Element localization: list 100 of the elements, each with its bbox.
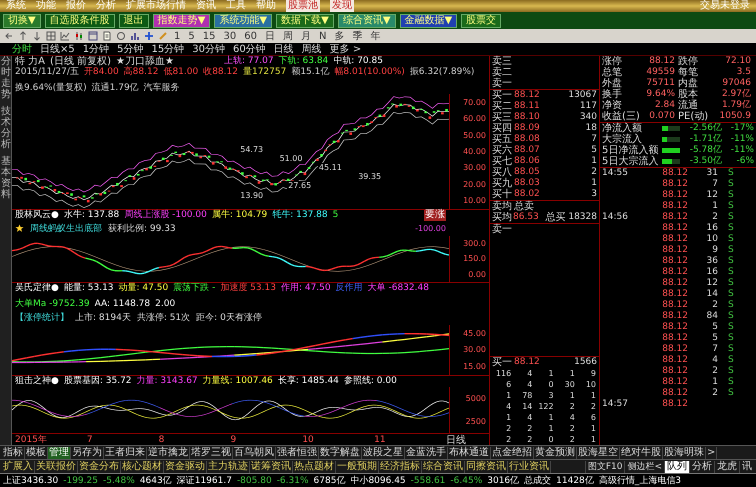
period-button[interactable]: 日	[262, 29, 277, 43]
menu-item[interactable]: 发现	[330, 0, 354, 12]
index-quote: 11428亿	[556, 475, 594, 487]
toolbar-button[interactable]: 数据下载▼	[276, 14, 334, 28]
period-tab[interactable]: 60分钟	[232, 42, 266, 56]
band-value: 下轨: 63.84	[278, 56, 328, 66]
indicator-value: 属牛: 104.79	[212, 210, 268, 221]
bid-volume: 3	[590, 189, 597, 200]
window-icon[interactable]	[88, 31, 98, 41]
bid-label: 买七	[492, 156, 513, 167]
axis-label: 0.00	[468, 270, 486, 279]
stat-label: 外盘	[602, 78, 623, 89]
period-button[interactable]: 60	[242, 30, 259, 42]
toolbar-button[interactable]: 自选股条件股	[44, 14, 115, 28]
period-tab[interactable]: 分时	[12, 42, 32, 56]
tick-volume: 36	[706, 256, 718, 266]
bid-label: 买三	[492, 112, 513, 123]
period-button[interactable]: 30	[221, 30, 238, 42]
toolbar-button[interactable]: 系统功能▼	[214, 14, 272, 28]
arrow-left-icon[interactable]	[4, 31, 14, 41]
document-icon[interactable]	[102, 31, 112, 41]
side-tab[interactable]: 分时走势	[1, 56, 11, 100]
indicator-value: AA: 1148.78	[94, 299, 150, 310]
bid-price: 88.11	[514, 101, 541, 112]
period-tab[interactable]: 1分钟	[82, 42, 110, 56]
indicator-tab[interactable]: 管理	[48, 446, 71, 458]
stat-value: 88.12	[648, 56, 676, 67]
toolbar-button[interactable]: 金融数据▼	[400, 14, 458, 28]
arrow-up-icon[interactable]	[18, 31, 28, 41]
period-button[interactable]: 年	[368, 29, 382, 43]
period-button[interactable]: 1	[172, 30, 182, 42]
period-tab[interactable]: 更多 >	[330, 42, 362, 56]
stat-value: 3.5	[736, 67, 752, 78]
indicator-note: 获利比例: 99.33	[108, 222, 176, 235]
candlestick-icon[interactable]	[74, 31, 84, 41]
queue-order-volume: 4	[526, 368, 532, 379]
move-icon[interactable]	[144, 31, 154, 41]
period-button[interactable]: 月	[298, 29, 313, 43]
ask-label: 卖二	[492, 67, 513, 78]
indicator-value: 股票基因: 35.72	[64, 376, 132, 387]
queue-bid-label: 买一	[492, 357, 513, 368]
side-tab[interactable]: 基本资料	[1, 156, 11, 200]
period-tab[interactable]: 日线×5	[40, 42, 75, 56]
line-chart-icon[interactable]	[60, 31, 70, 41]
index-quote: 4643亿	[140, 475, 172, 487]
toolbar-button[interactable]: 切换▼	[3, 14, 41, 28]
quote-value: 振6.32(7.89%)	[410, 67, 474, 78]
stat-label: 每笔	[678, 67, 699, 78]
total-bid-label: 总买	[545, 212, 566, 223]
period-button[interactable]: N	[316, 30, 328, 42]
bid-label: 买六	[492, 145, 513, 156]
stat-value: 1050.9	[718, 111, 752, 122]
queue-order-volume: 4	[568, 412, 575, 423]
tick-volume: 16	[706, 267, 718, 277]
toolbar-button[interactable]: 指数走势▼	[152, 14, 210, 28]
period-tab[interactable]: 30分钟	[192, 42, 225, 56]
period-tab[interactable]: 日线	[274, 42, 294, 56]
indicator-note: 周线蚂蚁生出底部	[30, 222, 102, 235]
circle-icon[interactable]	[116, 31, 126, 41]
bid-volume: 7	[590, 134, 597, 145]
axis-label: 45.00	[463, 328, 486, 338]
period-button[interactable]: 周	[280, 29, 295, 43]
indicator-value: 力量线: 1007.46	[202, 376, 273, 387]
queue-order-volume: 2	[505, 423, 512, 434]
period-tab[interactable]: 5分钟	[117, 42, 144, 56]
menu-item[interactable]: 股票池	[286, 0, 320, 12]
toolbar-button[interactable]: 退出	[118, 14, 149, 28]
band-value: 上轨: 77.07	[224, 56, 274, 66]
bid-price: 88.02	[514, 189, 541, 200]
queue-ask-label: 卖一	[492, 224, 513, 235]
stat-label: 收益(三)	[602, 111, 640, 122]
bid-price: 88.12	[514, 90, 541, 101]
stat-value: 9.64%	[645, 89, 676, 100]
toolbar-button[interactable]: 综合资讯▼	[338, 14, 396, 28]
queue-order-volume: 14	[521, 401, 532, 412]
axis-label: 30.00	[463, 163, 486, 172]
tick-side: S	[728, 333, 734, 343]
side-tab[interactable]: 技术分析	[1, 106, 11, 150]
tick-side: S	[728, 168, 734, 178]
arrow-down-icon[interactable]	[32, 31, 42, 41]
stat-label: 换手	[602, 89, 623, 100]
tick-volume: 12	[706, 278, 718, 288]
quote-value: 幅8.01(10.00%)	[334, 67, 405, 78]
ask-label: 卖三	[492, 56, 513, 67]
period-button[interactable]: 5	[186, 30, 197, 42]
period-tab[interactable]: 15分钟	[152, 42, 184, 56]
bid-price: 88.09	[514, 123, 541, 134]
tick-price: 88.12	[661, 256, 688, 267]
bar-chart-icon[interactable]	[130, 31, 140, 41]
period-button[interactable]: 多	[332, 29, 346, 43]
panel-tab[interactable]: 队列	[664, 460, 689, 472]
grid-icon[interactable]	[46, 31, 56, 41]
indicator-value: 股林风云●	[15, 210, 59, 221]
period-tab[interactable]: 周线	[302, 42, 322, 56]
toolbar-button[interactable]: 股票交	[461, 14, 502, 28]
period-button[interactable]: 季	[350, 29, 364, 43]
period-button[interactable]: 15	[200, 30, 218, 42]
total-ask-label: 总卖	[514, 201, 535, 212]
fund-flow-percent: -17%	[730, 123, 754, 134]
tick-price: 88.12	[661, 377, 688, 388]
